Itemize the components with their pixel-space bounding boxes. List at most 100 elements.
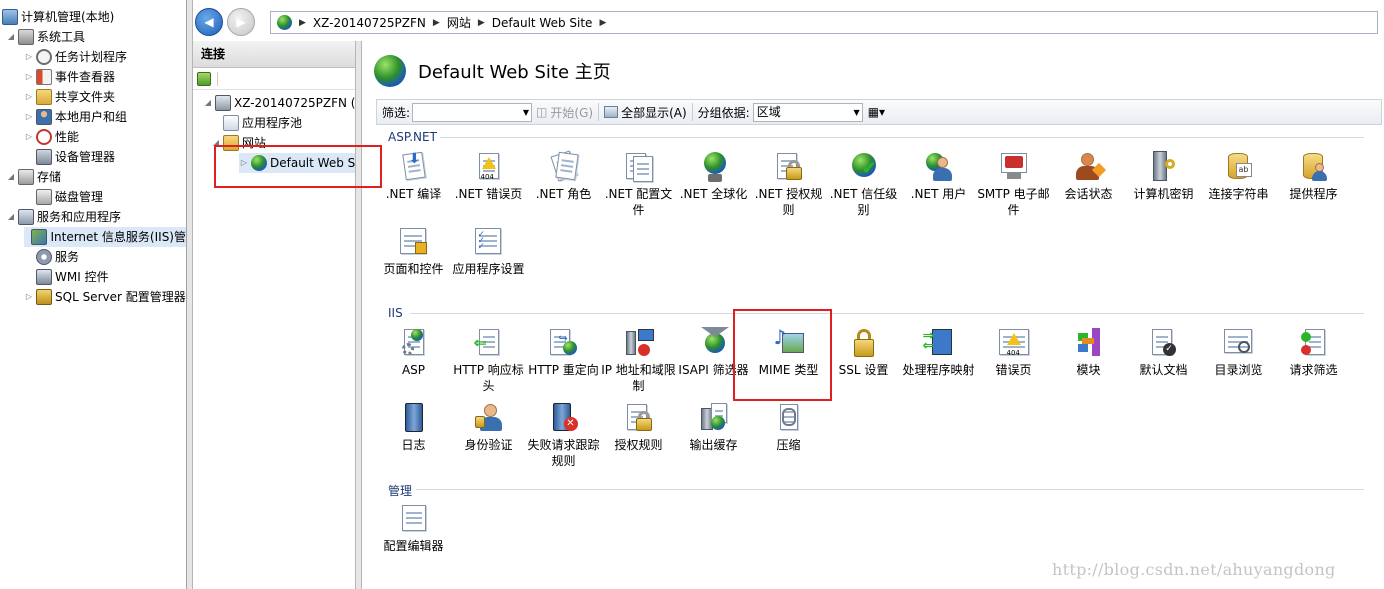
expand-toggle[interactable]: ◢ [6,27,16,47]
tree-item-task-scheduler[interactable]: ▷ 任务计划程序 [24,47,127,67]
feature-ssl-settings[interactable]: SSL 设置 [826,327,901,378]
back-button[interactable]: ◀ [195,8,223,36]
tree-item-event-viewer[interactable]: ▷ 事件查看器 [24,67,115,87]
feature-net-error-pages[interactable]: 404 .NET 错误页 [451,151,526,202]
feature-net-roles[interactable]: .NET 角色 [526,150,601,202]
computer-management-tree: 计算机管理(本地) ◢ 系统工具 ▷ 任务计划程序 ▷ 事件查看器 ▷ 共享文件… [0,0,187,589]
feature-pages-controls[interactable]: 页面和控件 [376,226,451,277]
shared-folder-icon [36,89,52,105]
tree-item-computer-management[interactable]: 计算机管理(本地) [2,7,114,27]
feature-label: 压缩 [776,438,801,452]
dropdown-arrow-icon[interactable]: ▼ [854,104,860,121]
breadcrumb-server[interactable]: XZ-20140725PZFN [313,16,426,30]
connections-header: 连接 [193,41,355,68]
feature-configuration-editor[interactable]: 配置编辑器 [376,503,451,554]
feature-label: 应用程序设置 [452,262,525,276]
event-viewer-icon [36,69,52,85]
feature-label: .NET 信任级别 [829,187,898,217]
tree-item-local-users[interactable]: ▷ 本地用户和组 [24,107,127,127]
conn-item-server[interactable]: ◢ XZ-20140725PZFN (X [203,93,356,113]
expand-toggle[interactable]: ◢ [203,93,213,113]
feature-failed-request-tracing[interactable]: ✕ 失败请求跟踪规则 [526,402,601,469]
breadcrumb-sites[interactable]: 网站 [447,14,471,31]
breadcrumb-default-web-site[interactable]: Default Web Site [492,16,593,30]
tree-item-storage[interactable]: ◢ 存储 [6,167,61,187]
expand-toggle[interactable]: ▷ [24,287,34,307]
feature-connection-strings[interactable]: ab 连接字符串 [1201,151,1276,202]
feature-http-response-headers[interactable]: ⇐ HTTP 响应标头 [451,327,526,394]
authorization-rules-icon [622,402,656,434]
view-mode-icon[interactable]: ▦▾ [868,105,885,119]
services-apps-icon [18,209,34,225]
storage-icon [18,169,34,185]
tree-item-disk-management[interactable]: 磁盘管理 [24,187,103,207]
back-arrow-icon: ◀ [204,15,214,29]
feature-http-redirect[interactable]: ↪ HTTP 重定向 [526,327,601,378]
section-aspnet[interactable]: ASP.NET [388,130,437,144]
feature-output-caching[interactable]: 输出缓存 [676,402,751,453]
feature-asp[interactable]: ASP [376,327,451,378]
machine-key-icon [1147,151,1181,183]
feature-directory-browsing[interactable]: 目录浏览 [1201,327,1276,378]
feature-net-trust-levels[interactable]: ✔ .NET 信任级别 [826,151,901,218]
feature-net-authorization[interactable]: .NET 授权规则 [751,151,826,218]
expand-toggle[interactable]: ▷ [24,107,34,127]
feature-default-document[interactable]: ✓ 默认文档 [1126,327,1201,378]
feature-label: 默认文档 [1139,363,1188,377]
feature-net-globalization[interactable]: .NET 全球化 [676,151,751,202]
tree-item-services-apps[interactable]: ◢ 服务和应用程序 [6,207,121,227]
breadcrumb-separator[interactable]: ▶ [599,18,606,28]
tree-item-label: XZ-20140725PZFN (X [234,96,356,110]
feature-error-pages[interactable]: 404 错误页 [976,327,1051,378]
conn-item-app-pools[interactable]: 应用程序池 [223,113,302,133]
show-all-button[interactable]: 全部显示(A) [621,104,687,121]
feature-logging[interactable]: 日志 [376,402,451,453]
feature-label: 会话状态 [1064,187,1113,201]
feature-machine-key[interactable]: 计算机密钥 [1126,151,1201,202]
tree-item-sql-server[interactable]: ▷ SQL Server 配置管理器 [24,287,186,307]
feature-app-settings[interactable]: ✓ ✓ ✓ 应用程序设置 [451,226,526,277]
feature-modules[interactable]: 模块 [1051,327,1126,378]
tree-item-device-manager[interactable]: 设备管理器 [24,147,115,167]
feature-authentication[interactable]: 身份验证 [451,402,526,453]
forward-button[interactable]: ▶ [227,8,255,36]
page-title: Default Web Site 主页 [418,62,611,83]
section-divider [416,489,1364,490]
section-divider [440,137,1364,138]
feature-smtp-email[interactable]: SMTP 电子邮件 [976,151,1051,218]
filter-input[interactable]: ▼ [412,102,533,122]
dropdown-arrow-icon[interactable]: ▼ [523,104,529,121]
clock-icon [36,49,52,65]
feature-net-profile[interactable]: .NET 配置文件 [601,151,676,218]
performance-icon [36,129,52,145]
expand-toggle[interactable]: ◢ [6,207,16,227]
tree-item-wmi[interactable]: WMI 控件 [24,267,109,287]
feature-ip-domain-restrictions[interactable]: IP 地址和域限制 [601,327,676,394]
start-filter-button[interactable]: 开始(G) [550,104,593,121]
tree-item-shared-folders[interactable]: ▷ 共享文件夹 [24,87,115,107]
feature-request-filtering[interactable]: 请求筛选 [1276,327,1351,378]
expand-toggle[interactable]: ▷ [24,47,34,67]
filter-toolbar: 筛选: ▼ ◫ 开始(G) 全部显示(A) 分组依据: 区域 ▼ ▦▾ [376,99,1382,125]
expand-toggle[interactable]: ▷ [24,87,34,107]
feature-net-users[interactable]: .NET 用户 [901,151,976,202]
expand-toggle[interactable]: ◢ [6,167,16,187]
tree-item-services[interactable]: 服务 [24,247,79,267]
section-management[interactable]: 管理 [388,482,412,499]
tree-item-performance[interactable]: ▷ 性能 [24,127,79,147]
group-by-select[interactable]: 区域 ▼ [752,102,863,122]
feature-session-state[interactable]: 会话状态 [1051,151,1126,202]
feature-authorization-rules[interactable]: 授权规则 [601,402,676,453]
expand-toggle[interactable]: ▷ [24,67,34,87]
feature-net-compilation[interactable]: ⬇ .NET 编译 [376,151,451,202]
feature-compression[interactable]: 压缩 [751,402,826,453]
tree-item-iis[interactable]: Internet 信息服务(IIS)管 [24,227,186,247]
connect-icon[interactable] [197,71,211,86]
section-iis[interactable]: IIS [388,306,403,320]
feature-handler-mappings[interactable]: ⇒ ⇐ 处理程序映射 [901,327,976,378]
address-bar[interactable]: ▶ XZ-20140725PZFN ▶ 网站 ▶ Default Web Sit… [270,11,1378,34]
feature-providers[interactable]: 提供程序 [1276,151,1351,202]
expand-toggle[interactable]: ▷ [24,127,34,147]
tree-item-system-tools[interactable]: ◢ 系统工具 [6,27,85,47]
highlight-box-default-web-site [214,145,382,188]
